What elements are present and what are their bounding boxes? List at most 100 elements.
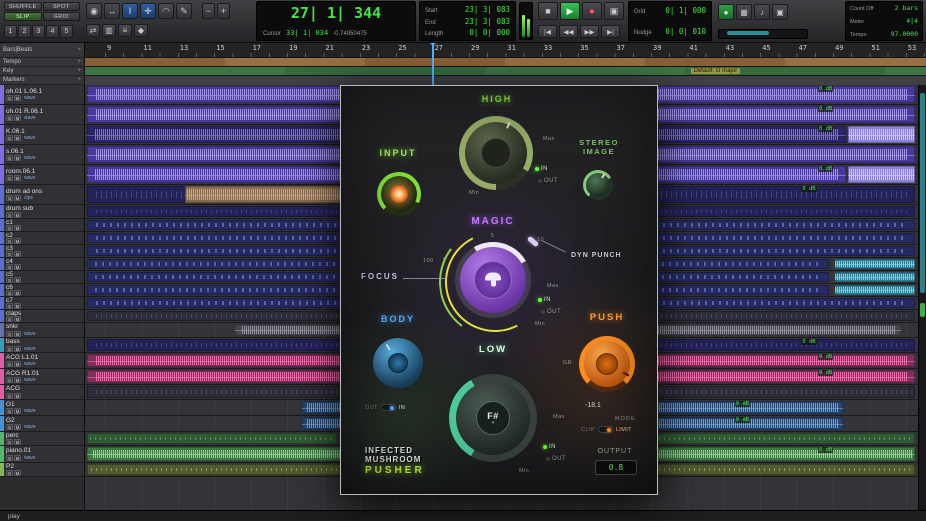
mute-button[interactable]: M [14,212,21,218]
solo-button[interactable]: S [6,277,13,283]
mute-button[interactable]: M [14,439,21,445]
stereo-image-knob[interactable] [583,170,613,200]
online-button[interactable]: ▣ [604,2,624,20]
low-note-selector[interactable]: F# ▾ [476,401,510,435]
fast-forward-button[interactable]: ▶▶ [580,25,599,38]
mute-button[interactable]: M [14,238,21,244]
track-header-oh-01-r-06-1[interactable]: oh.01 R.06.1SMwave [0,105,84,125]
bars-beats-ruler[interactable]: 9111315171921232527293133353739414345474… [85,42,926,58]
selection-end-row[interactable]: End 23| 3| 083 [425,17,510,26]
audio-clip[interactable] [848,166,915,183]
body-knob[interactable] [373,338,423,388]
audio-clip[interactable] [848,126,915,143]
grid-value[interactable]: 0| 1| 000 [665,6,706,15]
scrubber-tool[interactable]: ◠ [158,3,174,19]
main-counter[interactable]: 27| 1| 344 [257,4,415,22]
zoom-preset-3[interactable]: 3 [32,25,45,38]
track-header-perc[interactable]: percSM [0,432,84,446]
pre-roll-button[interactable]: ● [718,4,734,20]
solo-button[interactable]: S [6,377,13,383]
solo-button[interactable]: S [6,303,13,309]
layered-editing-icon[interactable]: ◆ [134,24,148,37]
solo-button[interactable]: S [6,212,13,218]
audio-clip[interactable] [651,464,915,475]
input-knob[interactable] [377,172,421,216]
midi-merge-icon[interactable]: ▣ [772,4,788,20]
solo-button[interactable]: S [6,238,13,244]
solo-button[interactable]: S [6,195,13,201]
track-header-claps[interactable]: clapsSM [0,310,84,323]
mute-button[interactable]: M [14,115,21,121]
track-view-selector[interactable]: wave [24,135,36,141]
selector-tool[interactable]: I [122,3,138,19]
length-value[interactable]: 0| 0| 000 [469,28,510,37]
scroll-thumb[interactable] [920,93,925,293]
timeline-scrollbar[interactable] [718,29,808,39]
track-header-c6[interactable]: c6SM [0,284,84,297]
mute-button[interactable]: M [14,195,21,201]
mute-button[interactable]: M [14,346,21,352]
mute-button[interactable]: M [14,361,21,367]
low-in-button[interactable]: IN [543,444,556,450]
track-header-oh-01-l-06-1[interactable]: oh.01 L.06.1SMwave [0,85,84,105]
solo-button[interactable]: S [6,455,13,461]
add-ruler-icon[interactable]: + [77,68,81,74]
high-in-button[interactable]: IN [535,166,548,172]
meter-row[interactable]: Meter 4|4 [850,17,918,25]
meter-value[interactable]: 4|4 [906,17,918,25]
mute-button[interactable]: M [14,251,21,257]
mute-button[interactable]: M [14,455,21,461]
ruler-header-bars-beats[interactable]: Bars|Beats+ [0,42,84,58]
mute-button[interactable]: M [14,303,21,309]
return-to-zero-button[interactable]: |◀ [538,25,557,38]
track-view-selector[interactable]: wave [24,155,36,161]
audio-clip[interactable] [835,259,916,269]
solo-button[interactable]: S [6,346,13,352]
zoom-in-button[interactable]: + [217,3,230,19]
track-header-p2[interactable]: P2SM [0,463,84,477]
mute-button[interactable]: M [14,277,21,283]
track-header-g1[interactable]: G1SMwave [0,400,84,416]
zoom-preset-2[interactable]: 2 [18,25,31,38]
vertical-scrollbar[interactable] [918,85,926,510]
start-value[interactable]: 23| 3| 083 [465,5,510,14]
markers-ruler[interactable] [85,76,926,85]
audio-clip[interactable] [835,272,916,282]
low-out-button[interactable]: OUT [546,456,566,462]
mute-button[interactable]: M [14,290,21,296]
track-header-acg-r1-01[interactable]: ACG R1.01SMwave [0,369,84,385]
mute-button[interactable]: M [14,470,21,476]
playhead-cursor[interactable] [432,42,434,85]
grid-row[interactable]: Grid 0| 1| 000 [634,6,706,15]
main-counter-panel[interactable]: 27| 1| 344 Cursor 33| 1| 034 -0.74950475 [256,1,416,41]
mute-button[interactable]: M [14,377,21,383]
track-view-selector[interactable]: wave [24,424,36,430]
zoom-preset-1[interactable]: 1 [4,25,17,38]
mute-button[interactable]: M [14,393,21,399]
timeline-rulers[interactable]: 9111315171921232527293133353739414345474… [85,42,926,85]
ruler-header-markers[interactable]: Markers+ [0,76,84,85]
track-view-selector[interactable]: wave [24,175,36,181]
tab-to-transient-icon[interactable]: ▥ [102,24,116,37]
track-view-selector[interactable]: wave [24,361,36,367]
mode-spot-button[interactable]: SPOT [43,2,81,11]
audio-clip[interactable] [626,447,915,461]
audio-clip[interactable] [835,285,916,295]
selection-start-row[interactable]: Start 23| 3| 083 [425,5,510,14]
zoom-out-button[interactable]: − [202,3,215,19]
body-toggle-switch[interactable] [381,404,396,411]
audio-clip[interactable] [87,433,337,444]
track-view-selector[interactable]: wave [24,331,36,337]
solo-button[interactable]: S [6,251,13,257]
track-header-s-06-1[interactable]: s.06.1SMwave [0,145,84,165]
ruler-header-key[interactable]: Key+ [0,67,84,76]
nudge-row[interactable]: Nudge 0| 0| 010 [634,27,706,36]
zoom-preset-4[interactable]: 4 [46,25,59,38]
mute-button[interactable]: M [14,331,21,337]
end-value[interactable]: 23| 3| 083 [465,17,510,26]
solo-button[interactable]: S [6,135,13,141]
pencil-tool[interactable]: ✎ [176,3,192,19]
play-button[interactable]: ▶ [560,2,580,20]
mute-button[interactable]: M [14,424,21,430]
mirrored-midi-icon[interactable]: ≡ [118,24,132,37]
